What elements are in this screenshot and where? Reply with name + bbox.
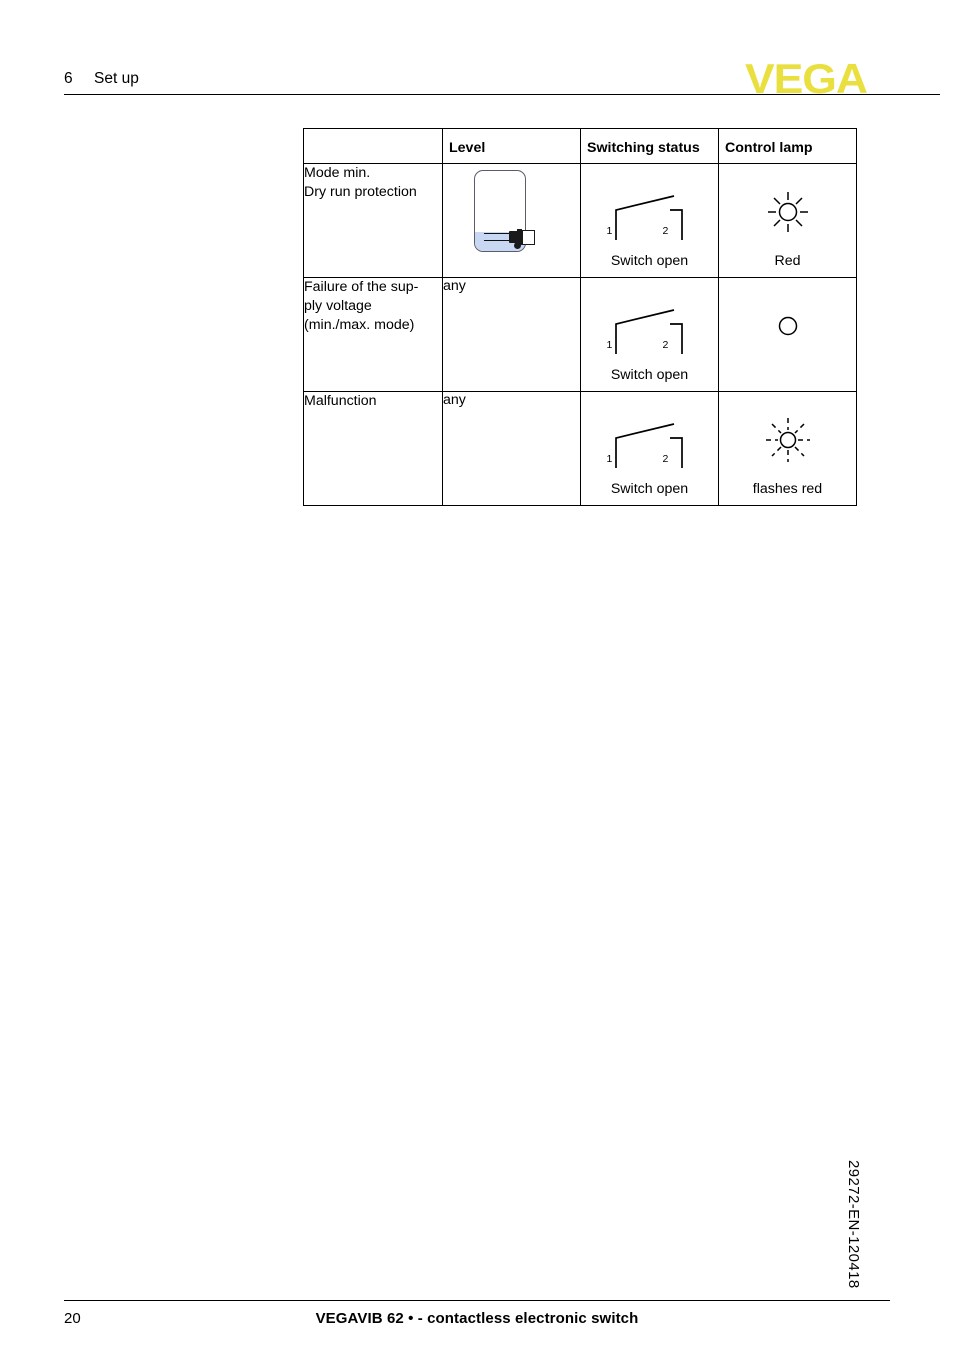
lamp-off-icon bbox=[753, 308, 823, 370]
chapter-title: Set up bbox=[94, 70, 139, 87]
switch-caption: Switch open bbox=[610, 367, 689, 383]
row-description: Failure of the sup- ply voltage (min./ma… bbox=[303, 277, 443, 392]
switch-open-icon: 1 2 bbox=[596, 178, 704, 244]
table-row: Failure of the sup- ply voltage (min./ma… bbox=[303, 277, 857, 392]
row-description: Mode min. Dry run protection bbox=[303, 163, 443, 278]
level-cell: any bbox=[442, 277, 581, 392]
switch-terminal-label-1: 1 bbox=[606, 225, 613, 237]
switch-caption: Switch open bbox=[610, 253, 689, 269]
control-lamp-cell: Red bbox=[718, 163, 857, 278]
lamp-on-svg bbox=[767, 192, 808, 232]
description-line: Malfunction bbox=[304, 393, 377, 409]
level-cell: any bbox=[442, 391, 581, 506]
switch-terminal-label-2: 2 bbox=[662, 339, 669, 351]
description-line: Dry run protection bbox=[304, 184, 417, 201]
description-line: (min./max. mode) bbox=[304, 317, 415, 334]
description-line: Failure of the sup- bbox=[304, 279, 419, 295]
switching-status-cell: 1 2 Switch open bbox=[580, 277, 719, 392]
sensor-housing bbox=[521, 230, 535, 245]
footer-divider bbox=[64, 1300, 890, 1301]
row-description: Malfunction bbox=[303, 391, 443, 506]
table-row: Mode min. Dry run protection 1 2 Switch … bbox=[303, 163, 857, 278]
switch-caption: Switch open bbox=[610, 481, 689, 497]
lamp-flashing-svg bbox=[765, 418, 810, 462]
tank-diagram bbox=[466, 170, 558, 266]
column-header-condition bbox=[303, 128, 443, 164]
column-header-control-lamp: Control lamp bbox=[718, 128, 857, 164]
sensor-bolt bbox=[513, 242, 521, 249]
column-header-level: Level bbox=[442, 128, 581, 164]
level-cell bbox=[442, 163, 581, 278]
description-line: ply voltage bbox=[304, 298, 372, 315]
lamp-caption: flashes red bbox=[752, 481, 823, 497]
control-lamp-cell bbox=[718, 277, 857, 392]
table-header-row: Level Switching status Control lamp bbox=[303, 128, 857, 164]
description-line: Mode min. bbox=[304, 165, 371, 181]
chapter-number: 6 bbox=[64, 70, 73, 87]
switch-open-icon: 1 2 bbox=[596, 406, 704, 472]
switch-terminal-label-1: 1 bbox=[606, 339, 613, 351]
document-id-vertical: 29272-EN-120418 bbox=[845, 1160, 862, 1289]
vega-logo: VEGA bbox=[745, 55, 868, 102]
switch-terminal-label-1: 1 bbox=[606, 453, 613, 465]
switching-status-cell: 1 2 Switch open bbox=[580, 163, 719, 278]
lamp-on-icon bbox=[753, 186, 823, 248]
chapter-heading: 6 Set up bbox=[64, 70, 139, 88]
column-header-switching-status: Switching status bbox=[580, 128, 719, 164]
lamp-flashing-icon bbox=[753, 414, 823, 476]
switch-terminal-label-2: 2 bbox=[662, 453, 669, 465]
vibrating-fork-sensor-icon bbox=[483, 229, 544, 251]
control-lamp-cell: flashes red bbox=[718, 391, 857, 506]
switching-status-table: Level Switching status Control lamp Mode… bbox=[303, 128, 857, 506]
lamp-off-svg bbox=[778, 316, 797, 336]
table-row: Malfunction any 1 2 Switch open flashes … bbox=[303, 391, 857, 506]
switch-open-icon: 1 2 bbox=[596, 292, 704, 358]
switch-terminal-label-2: 2 bbox=[662, 225, 669, 237]
fork-tines bbox=[483, 233, 510, 241]
switching-status-cell: 1 2 Switch open bbox=[580, 391, 719, 506]
lamp-caption: Red bbox=[774, 253, 801, 269]
footer-product-title: VEGAVIB 62 • - contactless electronic sw… bbox=[315, 1310, 639, 1327]
